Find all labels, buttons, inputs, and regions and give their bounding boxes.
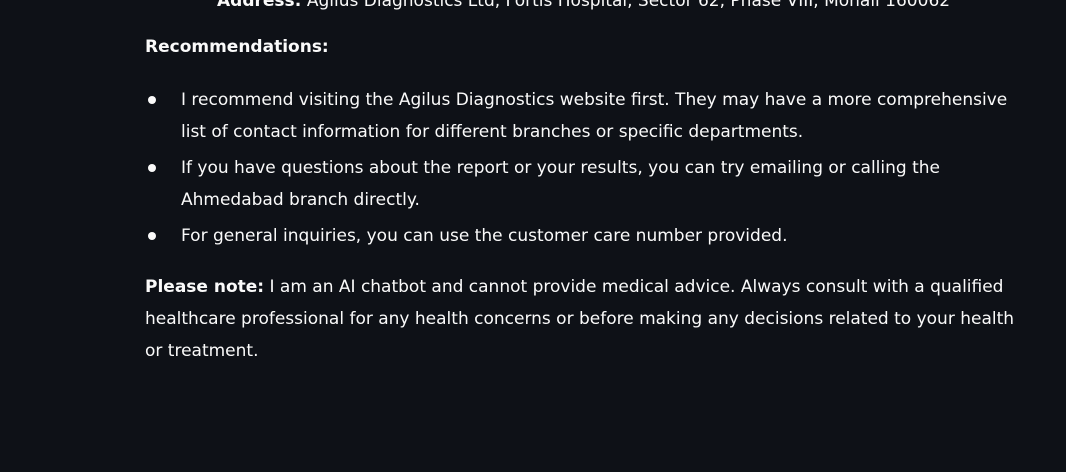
bullet-icon <box>148 164 156 172</box>
recommendations-heading: Recommendations: <box>145 37 329 57</box>
address-value: Agilus Diagnostics Ltd, Fortis Hospital,… <box>306 0 951 11</box>
bullet-icon <box>148 96 156 104</box>
address-label: Address: <box>217 0 302 11</box>
disclaimer-note: Please note: I am an AI chatbot and cann… <box>145 271 1025 367</box>
list-item: For general inquiries, you can use the c… <box>145 220 1025 252</box>
list-item-text: For general inquiries, you can use the c… <box>181 226 788 246</box>
bullet-icon <box>148 232 156 240</box>
list-item-text: I recommend visiting the Agilus Diagnost… <box>181 90 1008 142</box>
address-line: Address: Agilus Diagnostics Ltd, Fortis … <box>217 0 950 17</box>
note-label: Please note: <box>145 277 265 297</box>
recommendations-list: I recommend visiting the Agilus Diagnost… <box>145 84 1025 256</box>
list-item-text: If you have questions about the report o… <box>181 158 940 210</box>
list-item: If you have questions about the report o… <box>145 152 1025 216</box>
list-item: I recommend visiting the Agilus Diagnost… <box>145 84 1025 148</box>
note-text: I am an AI chatbot and cannot provide me… <box>145 277 1015 361</box>
